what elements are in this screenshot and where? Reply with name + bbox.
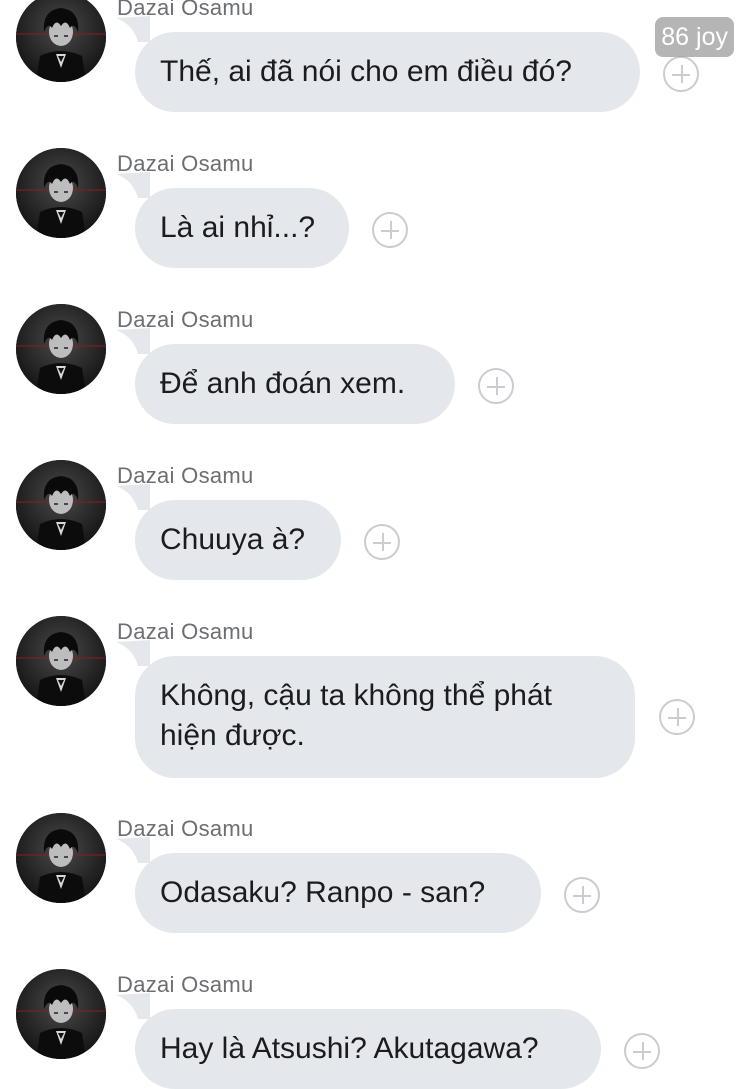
dark-anime-avatar-icon (16, 969, 106, 1059)
add-reaction-icon[interactable] (624, 1033, 660, 1069)
message-row: Dazai Osamu Hay là Atsushi? Akutagawa? (0, 821, 750, 1089)
watermark-badge: 86 joy (655, 17, 734, 57)
bubble-tail (116, 993, 150, 1019)
message-bubble[interactable]: Hay là Atsushi? Akutagawa? (135, 1009, 601, 1089)
chat-thread: Dazai Osamu Thế, ai đã nói cho em điều đ… (0, 0, 750, 1089)
bubble-tail (116, 640, 150, 666)
avatar[interactable] (16, 969, 106, 1059)
